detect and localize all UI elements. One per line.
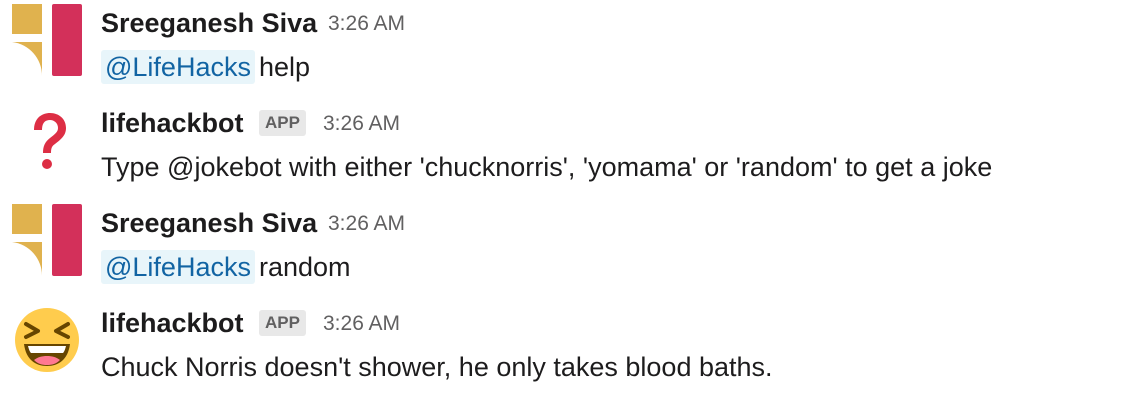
user-logo-icon[interactable] (12, 204, 84, 276)
message-text: Type @jokebot with either 'chucknorris',… (101, 149, 992, 185)
author-name[interactable]: Sreeganesh Siva (101, 6, 317, 40)
app-badge: APP (259, 110, 306, 136)
message-item: Sreeganesh Siva 3:26 AM @LifeHacks random (0, 200, 1122, 300)
author-name[interactable]: Sreeganesh Siva (101, 206, 317, 240)
laughing-face-icon[interactable] (12, 304, 84, 376)
timestamp[interactable]: 3:26 AM (328, 211, 405, 237)
message-body: help (258, 52, 311, 82)
timestamp[interactable]: 3:26 AM (323, 111, 400, 137)
message-body: Chuck Norris doesn't shower, he only tak… (101, 352, 773, 382)
message-item: lifehackbot APP 3:26 AM Chuck Norris doe… (0, 300, 1122, 400)
timestamp[interactable]: 3:26 AM (328, 11, 405, 37)
mention-link[interactable]: @LifeHacks (101, 50, 255, 84)
message-text: @LifeHacks random (101, 249, 351, 285)
timestamp[interactable]: 3:26 AM (323, 311, 400, 337)
mention-link[interactable]: @LifeHacks (101, 250, 255, 284)
app-badge: APP (259, 310, 306, 336)
user-logo-icon[interactable] (12, 4, 84, 76)
message-item: lifehackbot APP 3:26 AM Type @jokebot wi… (0, 100, 1122, 200)
message-body: random (258, 252, 351, 282)
message-feed: Sreeganesh Siva 3:26 AM @LifeHacks help l… (0, 0, 1122, 402)
message-body: Type @jokebot with either 'chucknorris',… (101, 152, 993, 182)
message-text: Chuck Norris doesn't shower, he only tak… (101, 349, 773, 385)
author-name[interactable]: lifehackbot (101, 306, 244, 340)
author-name[interactable]: lifehackbot (101, 106, 244, 140)
question-mark-icon[interactable] (12, 104, 84, 176)
message-item: Sreeganesh Siva 3:26 AM @LifeHacks help (0, 0, 1122, 100)
message-text: @LifeHacks help (101, 49, 310, 85)
